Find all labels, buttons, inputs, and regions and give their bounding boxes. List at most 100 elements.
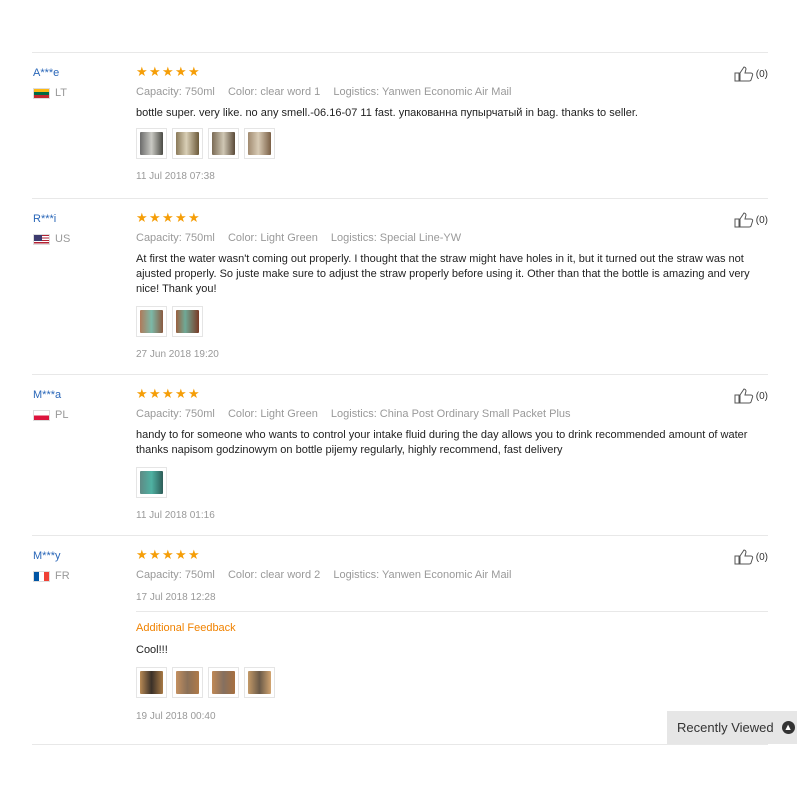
star-icon: ★ — [188, 386, 200, 401]
reviewer-name[interactable]: M***a — [33, 388, 68, 402]
additional-divider — [136, 611, 768, 612]
star-icon: ★ — [162, 210, 174, 225]
review-divider — [32, 374, 768, 375]
review-meta: Capacity: 750ml Color: Light Green Logis… — [136, 232, 768, 244]
review-photo-thumbnail[interactable] — [172, 306, 203, 337]
review-content: ★ ★ ★ ★ ★ Capacity: 750ml Color: clear word … — [136, 64, 768, 182]
logistics: Logistics: Yanwen Economic Air Mail — [333, 86, 512, 98]
star-icon: ★ — [136, 386, 148, 401]
reviewer-info: A***e LT — [33, 66, 67, 99]
thumbs-up-icon — [734, 549, 753, 565]
review-date: 11 Jul 2018 07:38 — [136, 171, 215, 182]
review-photos — [136, 128, 768, 159]
top-divider — [32, 52, 768, 53]
star-icon: ★ — [136, 547, 148, 562]
star-icon: ★ — [188, 547, 200, 562]
star-icon: ★ — [162, 386, 174, 401]
review-text: bottle super. very like. no any smell.-0… — [136, 107, 638, 119]
additional-feedback-label: Additional Feedback — [136, 622, 236, 634]
star-icon: ★ — [188, 64, 200, 79]
star-rating: ★ ★ ★ ★ ★ — [136, 547, 768, 563]
reviewer-info: R***i US — [33, 212, 70, 245]
review-photo-thumbnail[interactable] — [244, 128, 275, 159]
logistics: Logistics: Special Line-YW — [330, 232, 462, 244]
star-icon: ★ — [149, 386, 161, 401]
review-photo-thumbnail[interactable] — [136, 128, 167, 159]
review-meta: Capacity: 750ml Color: clear word 2 Logi… — [136, 569, 768, 581]
review-item: M***y FR ★ ★ ★ ★ ★ Capacity: 750ml Color: cl… — [32, 547, 768, 744]
review-photo-thumbnail[interactable] — [136, 467, 167, 498]
review-photos — [136, 467, 768, 498]
reviews-list: A***e LT ★ ★ ★ ★ ★ Capacity: 750ml Color: cl… — [0, 0, 800, 800]
additional-photos — [136, 667, 768, 698]
review-photo-thumbnail[interactable] — [208, 128, 239, 159]
review-photo-thumbnail[interactable] — [172, 128, 203, 159]
star-icon: ★ — [149, 64, 161, 79]
review-content: ★ ★ ★ ★ ★ Capacity: 750ml Color: Light Green… — [136, 386, 768, 521]
reviewer-country: PL — [33, 409, 68, 421]
chevron-up-icon: ▲ — [781, 721, 795, 734]
review-photo-thumbnail[interactable] — [208, 667, 239, 698]
like-button[interactable]: (0) — [734, 66, 768, 82]
color-option: Color: Light Green — [227, 408, 318, 420]
star-icon: ★ — [188, 210, 200, 225]
review-photos — [136, 306, 768, 337]
star-rating: ★ ★ ★ ★ ★ — [136, 64, 768, 80]
review-meta: Capacity: 750ml Color: clear word 1 Logi… — [136, 86, 768, 98]
flag-fr-icon — [33, 570, 50, 582]
review-content: ★ ★ ★ ★ ★ Capacity: 750ml Color: Light Green… — [136, 210, 768, 360]
flag-pl-icon — [33, 409, 50, 421]
reviewer-name[interactable]: M***y — [33, 549, 70, 563]
review-photo-thumbnail[interactable] — [244, 667, 275, 698]
thumbs-up-icon — [734, 388, 753, 404]
review-photo-thumbnail[interactable] — [136, 306, 167, 337]
review-date: 11 Jul 2018 01:16 — [136, 510, 215, 521]
star-icon: ★ — [149, 547, 161, 562]
star-rating: ★ ★ ★ ★ ★ — [136, 210, 768, 226]
star-icon: ★ — [136, 64, 148, 79]
like-count: (0) — [755, 214, 768, 226]
capacity: Capacity: 750ml — [136, 408, 215, 420]
logistics: Logistics: China Post Ordinary Small Pac… — [330, 408, 571, 420]
review-text: handy to for someone who wants to contro… — [136, 429, 748, 456]
reviewer-name[interactable]: R***i — [33, 212, 70, 226]
reviewer-country: LT — [33, 87, 67, 99]
country-code: US — [55, 233, 71, 245]
like-button[interactable]: (0) — [734, 212, 768, 228]
country-code: LT — [55, 87, 68, 99]
review-item: R***i US ★ ★ ★ ★ ★ Capacity: 750ml Color: Li… — [32, 210, 768, 375]
review-content: ★ ★ ★ ★ ★ Capacity: 750ml Color: clear word … — [136, 547, 768, 722]
star-rating: ★ ★ ★ ★ ★ — [136, 386, 768, 402]
thumbs-up-icon — [734, 66, 753, 82]
review-item: A***e LT ★ ★ ★ ★ ★ Capacity: 750ml Color: cl… — [32, 64, 768, 199]
review-photo-thumbnail[interactable] — [136, 667, 167, 698]
star-icon: ★ — [175, 547, 187, 562]
recently-viewed-button[interactable]: Recently Viewed ▲ — [667, 711, 797, 744]
review-date: 27 Jun 2018 19:20 — [136, 349, 219, 360]
thumbs-up-icon — [734, 212, 753, 228]
color-option: Color: clear word 1 — [227, 86, 321, 98]
like-button[interactable]: (0) — [734, 388, 768, 404]
flag-us-icon — [33, 233, 50, 245]
review-photo-thumbnail[interactable] — [172, 667, 203, 698]
reviewer-info: M***y FR — [33, 549, 70, 582]
reviewer-name[interactable]: A***e — [33, 66, 67, 80]
recently-viewed-label: Recently Viewed — [677, 720, 774, 735]
like-button[interactable]: (0) — [734, 549, 768, 565]
review-text: At first the water wasn't coming out pro… — [136, 253, 750, 295]
capacity: Capacity: 750ml — [136, 569, 215, 581]
star-icon: ★ — [162, 547, 174, 562]
capacity: Capacity: 750ml — [136, 86, 215, 98]
review-divider — [32, 198, 768, 199]
star-icon: ★ — [136, 210, 148, 225]
country-code: FR — [55, 570, 70, 582]
reviewer-info: M***a PL — [33, 388, 68, 421]
review-item: M***a PL ★ ★ ★ ★ ★ Capacity: 750ml Color: Li… — [32, 386, 768, 536]
reviewer-country: FR — [33, 570, 70, 582]
capacity: Capacity: 750ml — [136, 232, 215, 244]
star-icon: ★ — [175, 64, 187, 79]
like-count: (0) — [755, 68, 768, 80]
logistics: Logistics: Yanwen Economic Air Mail — [333, 569, 512, 581]
bottom-divider — [32, 744, 768, 745]
star-icon: ★ — [162, 64, 174, 79]
